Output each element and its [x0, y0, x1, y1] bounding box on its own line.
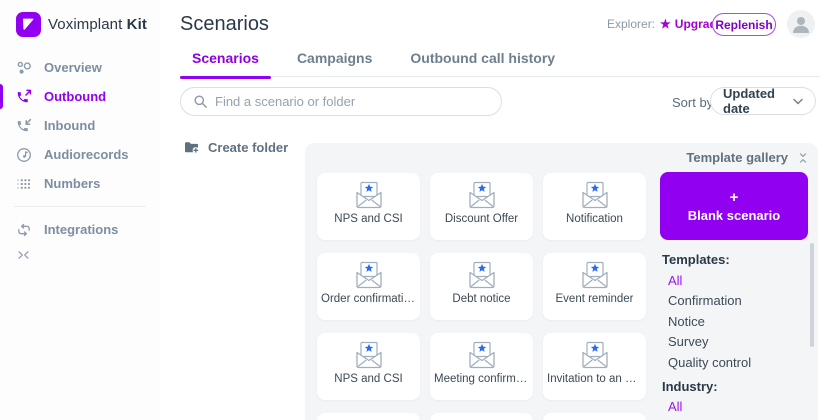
template-card-label: Notification	[566, 213, 623, 225]
sidebar-item-label: Inbound	[44, 118, 95, 133]
template-card-label: NPS and CSI	[334, 373, 402, 385]
sidebar-nav: Overview Outbound	[0, 53, 160, 270]
brand-name: Voximplant Kit	[48, 16, 147, 33]
inbound-icon	[16, 118, 32, 134]
filter-template-notice[interactable]: Notice	[662, 311, 802, 332]
collapse-chevrons-icon	[17, 248, 30, 266]
envelope-star-icon	[352, 340, 386, 370]
person-icon	[787, 10, 815, 38]
sidebar-item-label: Outbound	[44, 89, 106, 104]
sidebar-item-label: Audiorecords	[44, 147, 129, 162]
sidebar-item-audiorecords[interactable]: Audiorecords	[0, 140, 160, 169]
sidebar-item-numbers[interactable]: Numbers	[0, 169, 160, 198]
template-card-label: Order confirmation	[321, 293, 416, 305]
sidebar-item-inbound[interactable]: Inbound	[0, 111, 160, 140]
template-card[interactable]: Debt notice	[430, 253, 533, 320]
envelope-star-icon	[465, 340, 499, 370]
templates-filter-label: Templates:	[662, 249, 802, 270]
blank-scenario-button[interactable]: + Blank scenario	[660, 172, 808, 240]
sort-dropdown[interactable]: Updated date	[710, 87, 816, 115]
tab-outbound-call-history[interactable]: Outbound call history	[398, 50, 567, 77]
star-icon: ★	[660, 17, 671, 31]
plus-icon: +	[730, 190, 739, 205]
template-card[interactable]	[430, 413, 533, 420]
collapse-gallery-icon[interactable]	[797, 151, 809, 169]
template-cards-grid: NPS and CSI Discount Offer Notification …	[317, 173, 657, 420]
sidebar-item-outbound[interactable]: Outbound	[0, 82, 160, 111]
template-card[interactable]: Order confirmation	[317, 253, 420, 320]
chevron-down-icon	[793, 98, 803, 105]
template-filters: Templates: All Confirmation Notice Surve…	[662, 249, 802, 417]
search-field	[180, 87, 502, 116]
tab-campaigns[interactable]: Campaigns	[285, 50, 384, 77]
avatar[interactable]	[787, 10, 815, 38]
sidebar-divider	[14, 206, 146, 207]
filters-scrollbar[interactable]	[810, 243, 814, 347]
tab-scenarios[interactable]: Scenarios	[180, 50, 271, 77]
sidebar-item-label: Numbers	[44, 176, 100, 191]
sidebar-collapse-button[interactable]	[0, 244, 160, 270]
template-card[interactable]: Meeting confirmati…	[430, 333, 533, 400]
envelope-star-icon	[578, 180, 612, 210]
active-indicator	[0, 84, 3, 109]
sidebar-item-integrations[interactable]: Integrations	[0, 215, 160, 244]
voximplant-logo-icon	[16, 12, 41, 37]
envelope-star-icon	[465, 180, 499, 210]
envelope-star-icon	[578, 340, 612, 370]
overview-icon	[16, 60, 32, 76]
filter-template-survey[interactable]: Survey	[662, 332, 802, 353]
template-card[interactable]: Notification	[543, 173, 646, 240]
template-card-label: Discount Offer	[445, 213, 518, 225]
page-title: Scenarios	[180, 13, 269, 36]
template-card[interactable]	[543, 413, 646, 420]
filter-template-quality-control[interactable]: Quality control	[662, 352, 802, 373]
sidebar-item-label: Integrations	[44, 222, 118, 237]
template-card[interactable]: Event reminder	[543, 253, 646, 320]
template-card[interactable]	[317, 413, 420, 420]
brand-logo[interactable]: Voximplant Kit	[16, 12, 147, 37]
template-card[interactable]: NPS and CSI	[317, 173, 420, 240]
active-tab-underline	[180, 76, 271, 79]
template-card[interactable]: NPS and CSI	[317, 333, 420, 400]
plan-label: Explorer:	[607, 17, 655, 31]
template-card-label: Event reminder	[556, 293, 634, 305]
sort-dropdown-value: Updated date	[723, 86, 793, 116]
filter-template-confirmation[interactable]: Confirmation	[662, 291, 802, 312]
create-folder-button[interactable]: Create folder	[183, 139, 288, 155]
sidebar-item-label: Overview	[44, 60, 102, 75]
template-card-label: NPS and CSI	[334, 213, 402, 225]
search-icon	[193, 94, 208, 109]
envelope-star-icon	[465, 260, 499, 290]
tab-bar: Scenarios Campaigns Outbound call histor…	[180, 50, 820, 77]
outbound-icon	[16, 89, 32, 105]
replenish-button[interactable]: Replenish	[712, 13, 776, 36]
audiorecords-icon	[16, 147, 32, 163]
template-gallery-panel: Template gallery NPS and CSI Discount Of…	[305, 143, 818, 420]
numbers-icon	[16, 176, 32, 192]
create-folder-label: Create folder	[208, 140, 288, 155]
integrations-icon	[16, 222, 32, 238]
filter-template-all[interactable]: All	[662, 270, 802, 291]
folder-plus-icon	[183, 139, 200, 155]
template-card-label: Debt notice	[452, 293, 510, 305]
search-input[interactable]	[215, 94, 489, 109]
industry-filter-label: Industry:	[662, 376, 802, 397]
envelope-star-icon	[352, 180, 386, 210]
voximplant-kit-app: Voximplant Kit Overview	[0, 0, 840, 420]
sidebar-item-overview[interactable]: Overview	[0, 53, 160, 82]
template-card-label: Meeting confirmati…	[434, 373, 529, 385]
template-card[interactable]: Invitation to an event	[543, 333, 646, 400]
envelope-star-icon	[352, 260, 386, 290]
template-card-label: Invitation to an event	[547, 373, 642, 385]
template-gallery-title[interactable]: Template gallery	[686, 150, 788, 165]
template-card[interactable]: Discount Offer	[430, 173, 533, 240]
envelope-star-icon	[578, 260, 612, 290]
sidebar: Voximplant Kit Overview	[0, 0, 160, 420]
filter-industry-all[interactable]: All	[662, 397, 802, 418]
